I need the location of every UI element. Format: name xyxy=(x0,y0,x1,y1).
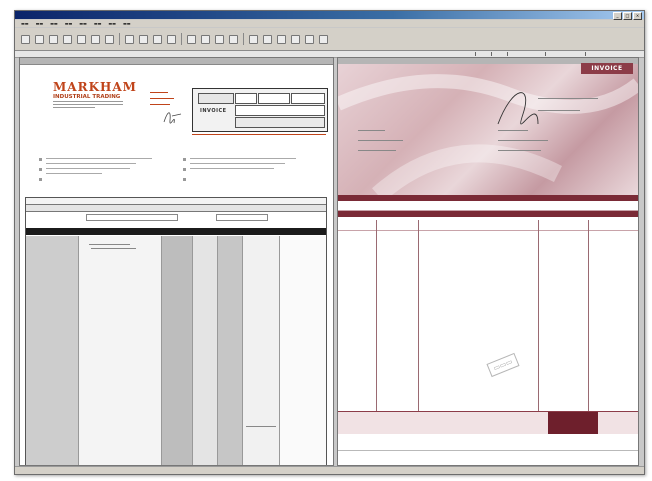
menu-item[interactable]: ▬▬ xyxy=(50,20,58,27)
menu-item[interactable]: ▬▬ xyxy=(36,20,44,27)
company-address-lines xyxy=(53,101,123,110)
menu-item[interactable]: ▬▬ xyxy=(79,20,87,27)
last-page-icon[interactable] xyxy=(229,34,238,44)
zoom-in-icon[interactable] xyxy=(125,34,134,44)
signature-mark xyxy=(163,112,182,124)
info-row xyxy=(338,202,638,211)
table-column xyxy=(217,236,242,465)
table-column xyxy=(279,236,326,465)
menu-item[interactable]: ▬▬ xyxy=(123,20,131,27)
toolbar-separator xyxy=(243,33,244,45)
meta-field xyxy=(216,214,268,221)
item-row xyxy=(338,218,638,231)
left-document-pane[interactable]: MARKHAM INDUSTRIAL TRADING INVOICE xyxy=(19,57,334,466)
toolbar xyxy=(15,28,644,51)
paste-icon[interactable] xyxy=(91,34,100,44)
invoice-header-box: INVOICE xyxy=(192,88,328,132)
zoom-out-icon[interactable] xyxy=(139,34,148,44)
table-column xyxy=(192,236,217,465)
minimize-button[interactable]: _ xyxy=(613,12,622,20)
fit-page-icon[interactable] xyxy=(153,34,162,44)
previous-page-icon[interactable] xyxy=(201,34,210,44)
table-column xyxy=(161,236,192,465)
item-header-band xyxy=(338,211,638,217)
stamp-icon[interactable] xyxy=(277,34,286,44)
sold-to-lines xyxy=(358,130,403,151)
maximize-button[interactable]: □ xyxy=(623,12,632,20)
table-meta-row xyxy=(26,198,326,205)
pane-header xyxy=(20,58,333,65)
footer-rule xyxy=(338,450,638,451)
column-divider xyxy=(418,220,419,413)
annotate-icon[interactable] xyxy=(249,34,258,44)
print-icon[interactable] xyxy=(49,34,58,44)
status-bar xyxy=(15,466,644,474)
title-bar[interactable]: _ □ × xyxy=(15,11,644,20)
table-column xyxy=(26,236,78,465)
line-items-table xyxy=(25,197,327,465)
menu-item[interactable]: ▬▬ xyxy=(94,20,102,27)
next-page-icon[interactable] xyxy=(215,34,224,44)
brand-name: MARKHAM xyxy=(53,80,137,94)
highlight-icon[interactable] xyxy=(263,34,272,44)
rotate-icon[interactable] xyxy=(167,34,176,44)
brand-subtitle: INDUSTRIAL TRADING xyxy=(53,94,121,100)
menu-item[interactable]: ▬▬ xyxy=(108,20,116,27)
meta-field xyxy=(86,214,178,221)
close-button[interactable]: × xyxy=(633,12,642,20)
application-window: _ □ × ▬▬ ▬▬ ▬▬ ▬▬ ▬▬ ▬▬ ▬▬ ▬▬ MARKHAM IN… xyxy=(14,10,645,475)
menu-item[interactable]: ▬▬ xyxy=(21,20,29,27)
toolbar-separator xyxy=(181,33,182,45)
invoice-title: INVOICE xyxy=(581,63,633,74)
column-divider xyxy=(376,220,377,413)
open-icon[interactable] xyxy=(21,34,30,44)
bill-to-address xyxy=(39,158,158,181)
ship-to-lines xyxy=(498,130,548,151)
table-column xyxy=(78,236,161,465)
first-page-icon[interactable] xyxy=(187,34,196,44)
received-stamp: ▭▭▭ xyxy=(486,352,520,378)
invoice-strip xyxy=(192,131,326,138)
total-value-block xyxy=(599,412,633,434)
compare-icon[interactable] xyxy=(291,34,300,44)
invoice-info-lines xyxy=(538,98,598,111)
copy-icon[interactable] xyxy=(77,34,86,44)
search-icon[interactable] xyxy=(305,34,314,44)
menu-bar: ▬▬ ▬▬ ▬▬ ▬▬ ▬▬ ▬▬ ▬▬ ▬▬ xyxy=(15,20,644,27)
window-controls: _ □ × xyxy=(613,12,642,20)
invoice-label: INVOICE xyxy=(200,108,227,114)
table-meta-row xyxy=(26,205,326,212)
info-header-band xyxy=(338,195,638,201)
column-divider xyxy=(588,220,589,413)
cut-icon[interactable] xyxy=(63,34,72,44)
total-label-block xyxy=(548,412,598,434)
help-icon[interactable] xyxy=(319,34,328,44)
save-icon[interactable] xyxy=(35,34,44,44)
menu-item[interactable]: ▬▬ xyxy=(65,20,73,27)
subtotal-mark xyxy=(246,426,276,427)
table-column xyxy=(242,236,279,465)
toolbar-separator xyxy=(119,33,120,45)
remit-note xyxy=(150,92,174,105)
column-header-row xyxy=(26,228,326,235)
ship-to-address xyxy=(183,158,302,181)
column-divider xyxy=(538,220,539,413)
right-document-pane[interactable]: INVOICE ▭▭▭ xyxy=(337,57,639,466)
undo-icon[interactable] xyxy=(105,34,114,44)
